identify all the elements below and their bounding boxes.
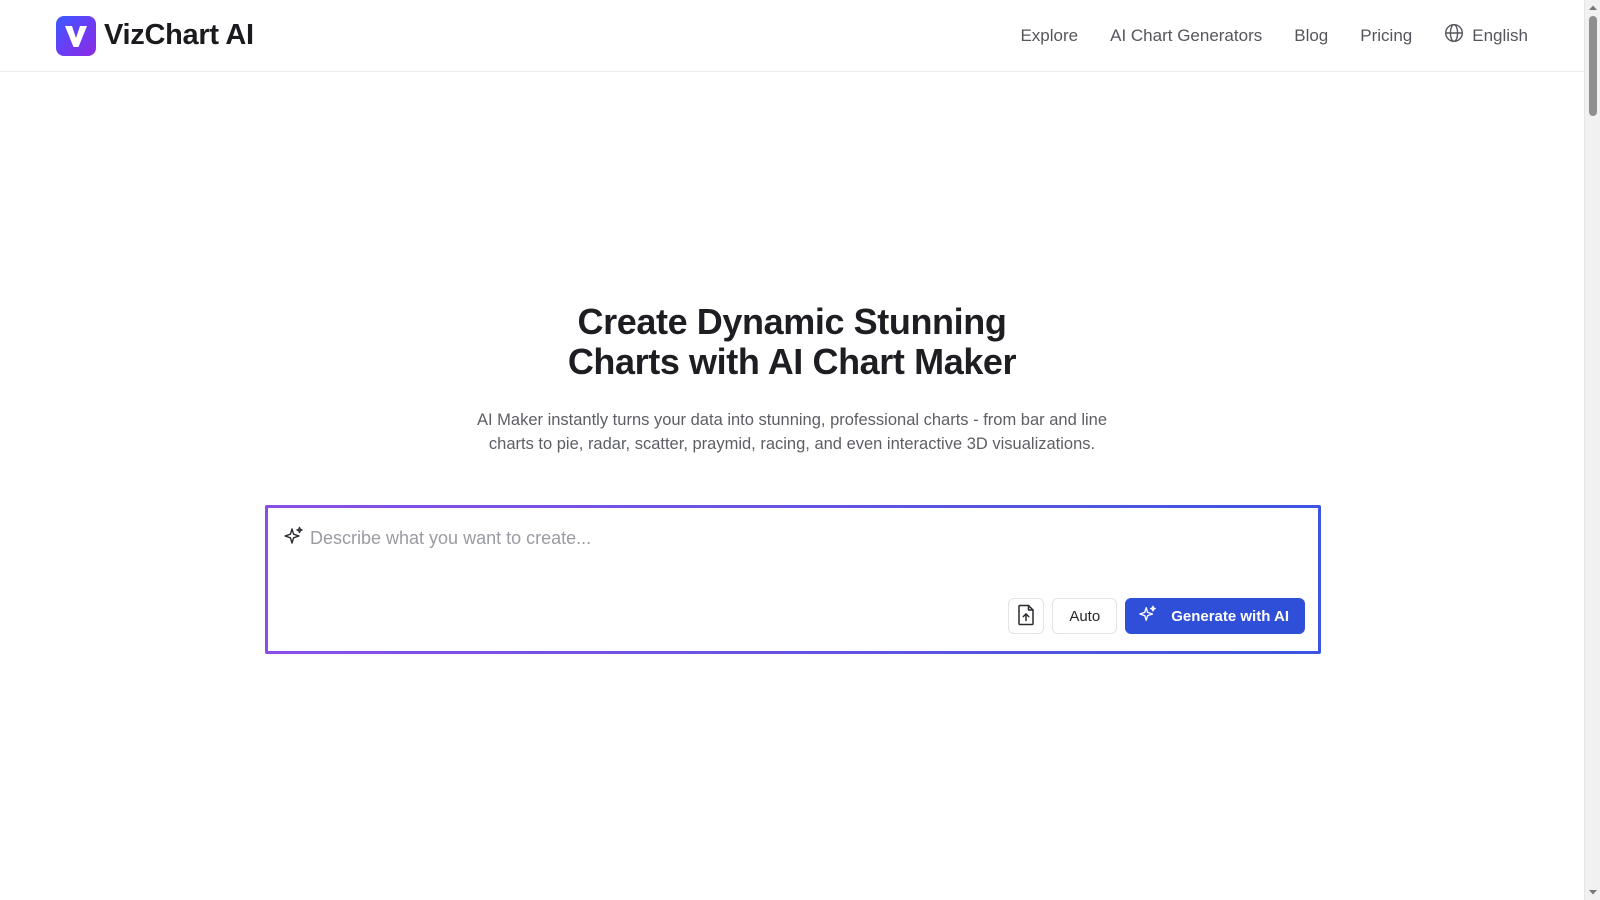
upload-file-button[interactable]	[1008, 598, 1045, 634]
nav-explore[interactable]: Explore	[1020, 26, 1078, 46]
globe-icon	[1444, 23, 1464, 48]
nav-pricing[interactable]: Pricing	[1360, 26, 1412, 46]
brand[interactable]: VizChart AI	[56, 15, 254, 56]
brand-name: VizChart AI	[104, 19, 254, 51]
sparkle-icon	[284, 526, 304, 551]
title-line-2: Charts with AI Chart Maker	[567, 341, 1017, 382]
language-selector[interactable]: English	[1444, 23, 1528, 48]
prompt-row	[284, 526, 1270, 551]
page-subtitle: AI Maker instantly turns your data into …	[0, 408, 1584, 456]
page: VizChart AI Explore AI Chart Generators …	[0, 0, 1600, 900]
nav-ai-chart-generators[interactable]: AI Chart Generators	[1110, 26, 1262, 46]
file-upload-icon	[1016, 604, 1036, 629]
generate-button[interactable]: Generate with AI	[1125, 598, 1305, 634]
generate-label: Generate with AI	[1171, 607, 1289, 625]
top-navbar: VizChart AI Explore AI Chart Generators …	[0, 0, 1584, 72]
scroll-down-arrow-icon[interactable]	[1588, 887, 1598, 897]
page-scrollbar[interactable]	[1584, 0, 1600, 900]
prompt-actions: Auto Generate with AI	[1008, 598, 1305, 634]
subtitle-line-2: charts to pie, radar, scatter, praymid, …	[488, 435, 1096, 453]
sparkle-icon	[1139, 605, 1157, 627]
page-title: Create Dynamic Stunning Charts with AI C…	[0, 302, 1584, 382]
prompt-input[interactable]	[310, 528, 1270, 549]
prompt-box: Auto Generate with AI	[265, 505, 1321, 654]
title-line-1: Create Dynamic Stunning	[577, 301, 1007, 342]
language-label: English	[1472, 25, 1528, 45]
scroll-thumb[interactable]	[1589, 16, 1597, 116]
mode-auto-button[interactable]: Auto	[1052, 598, 1118, 634]
v-logo-icon	[56, 15, 96, 56]
main-nav: Explore AI Chart Generators Blog Pricing…	[1020, 23, 1528, 48]
scroll-up-arrow-icon[interactable]	[1588, 3, 1598, 13]
nav-blog[interactable]: Blog	[1294, 26, 1328, 46]
subtitle-line-1: AI Maker instantly turns your data into …	[476, 411, 1108, 429]
